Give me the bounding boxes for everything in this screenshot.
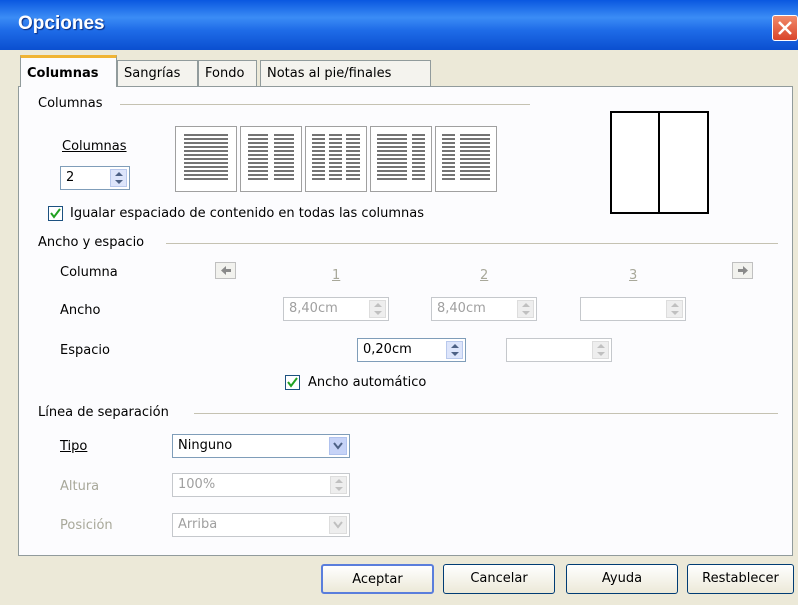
spin-arrows-icon bbox=[597, 344, 605, 356]
two-columns-icon bbox=[248, 134, 294, 180]
divider bbox=[120, 104, 530, 105]
width-value-2: 8,40cm bbox=[437, 301, 486, 316]
arrow-right-icon bbox=[738, 266, 748, 275]
spin-buttons[interactable] bbox=[517, 300, 534, 318]
position-label: Posición bbox=[60, 518, 113, 533]
wide-right-columns-icon bbox=[442, 134, 490, 180]
three-columns-icon bbox=[312, 134, 360, 180]
tab-sangrias[interactable]: Sangrías bbox=[117, 60, 198, 86]
tab-columnas[interactable]: Columnas bbox=[20, 55, 117, 87]
type-select[interactable]: Ninguno bbox=[172, 434, 350, 458]
width-field-1[interactable]: 8,40cm bbox=[283, 297, 389, 321]
spin-arrows-icon bbox=[522, 303, 530, 315]
cancel-button[interactable]: Cancelar bbox=[443, 564, 555, 594]
auto-width-label[interactable]: Ancho automático bbox=[308, 375, 426, 390]
spin-buttons[interactable] bbox=[446, 341, 463, 359]
checkmark-icon bbox=[287, 377, 298, 388]
equalize-label[interactable]: Igualar espaciado de contenido en todas … bbox=[70, 206, 424, 221]
position-select[interactable]: Arriba bbox=[172, 513, 350, 537]
spin-buttons[interactable] bbox=[330, 476, 347, 494]
reset-button[interactable]: Restablecer bbox=[687, 564, 794, 594]
width-value-1: 8,40cm bbox=[289, 301, 338, 316]
dropdown-button[interactable] bbox=[329, 437, 347, 455]
preview-divider bbox=[658, 113, 660, 212]
spin-arrows-icon bbox=[671, 303, 679, 315]
spin-buttons[interactable] bbox=[369, 300, 386, 318]
spin-arrows-icon bbox=[374, 303, 382, 315]
column-number-3: 3 bbox=[629, 268, 638, 283]
width-field-2[interactable]: 8,40cm bbox=[431, 297, 537, 321]
column-number-1: 1 bbox=[332, 268, 341, 283]
equalize-checkbox[interactable] bbox=[48, 206, 63, 221]
close-button[interactable] bbox=[772, 15, 798, 41]
close-icon bbox=[778, 21, 792, 35]
next-column-button[interactable] bbox=[732, 262, 753, 279]
spacing-value-1: 0,20cm bbox=[363, 342, 412, 357]
spin-arrows-icon bbox=[335, 479, 343, 491]
title-bar: Opciones bbox=[0, 0, 798, 50]
type-value: Ninguno bbox=[178, 438, 233, 453]
window-title: Opciones bbox=[18, 13, 105, 34]
divider bbox=[166, 243, 778, 244]
column-option-5[interactable] bbox=[435, 126, 497, 192]
wide-left-columns-icon bbox=[377, 134, 425, 180]
columns-label: Columnas bbox=[62, 139, 127, 154]
arrow-left-icon bbox=[221, 266, 231, 275]
chevron-down-icon bbox=[333, 442, 343, 450]
spin-arrows-icon bbox=[451, 344, 459, 356]
column-option-4[interactable] bbox=[370, 126, 432, 192]
chevron-down-icon bbox=[333, 521, 343, 529]
spin-arrows-icon bbox=[115, 172, 123, 184]
tab-notas[interactable]: Notas al pie/finales bbox=[260, 60, 431, 86]
tab-fondo[interactable]: Fondo bbox=[198, 60, 257, 86]
column-option-2[interactable] bbox=[240, 126, 302, 192]
column-preview bbox=[610, 111, 709, 214]
section-title-ancho: Ancho y espacio bbox=[38, 235, 145, 250]
spacing-label: Espacio bbox=[60, 343, 110, 358]
height-field[interactable]: 100% bbox=[172, 473, 350, 497]
checkmark-icon bbox=[50, 208, 61, 219]
height-value: 100% bbox=[178, 477, 216, 492]
ok-button[interactable]: Aceptar bbox=[321, 564, 434, 594]
column-label: Columna bbox=[60, 265, 118, 280]
column-number-2: 2 bbox=[480, 268, 489, 283]
spacing-field-2[interactable] bbox=[506, 338, 612, 362]
section-title-separator: Línea de separación bbox=[38, 405, 169, 420]
width-label: Ancho bbox=[60, 303, 101, 318]
one-column-icon bbox=[184, 134, 228, 180]
height-label: Altura bbox=[60, 479, 100, 494]
width-field-3[interactable] bbox=[580, 297, 686, 321]
dropdown-button[interactable] bbox=[329, 516, 347, 534]
spin-buttons[interactable] bbox=[666, 300, 683, 318]
section-title-columnas: Columnas bbox=[38, 96, 103, 111]
column-option-3[interactable] bbox=[305, 126, 367, 192]
position-value: Arriba bbox=[178, 517, 218, 532]
divider bbox=[194, 413, 778, 414]
type-label: Tipo bbox=[60, 439, 88, 454]
spin-buttons[interactable] bbox=[110, 169, 127, 187]
auto-width-checkbox[interactable] bbox=[285, 375, 300, 390]
prev-column-button[interactable] bbox=[215, 262, 236, 279]
column-option-1[interactable] bbox=[175, 126, 237, 192]
spacing-field-1[interactable]: 0,20cm bbox=[357, 338, 466, 362]
columns-value: 2 bbox=[66, 170, 75, 185]
help-button[interactable]: Ayuda bbox=[566, 564, 678, 594]
columns-stepper[interactable]: 2 bbox=[60, 166, 130, 190]
spin-buttons[interactable] bbox=[592, 341, 609, 359]
